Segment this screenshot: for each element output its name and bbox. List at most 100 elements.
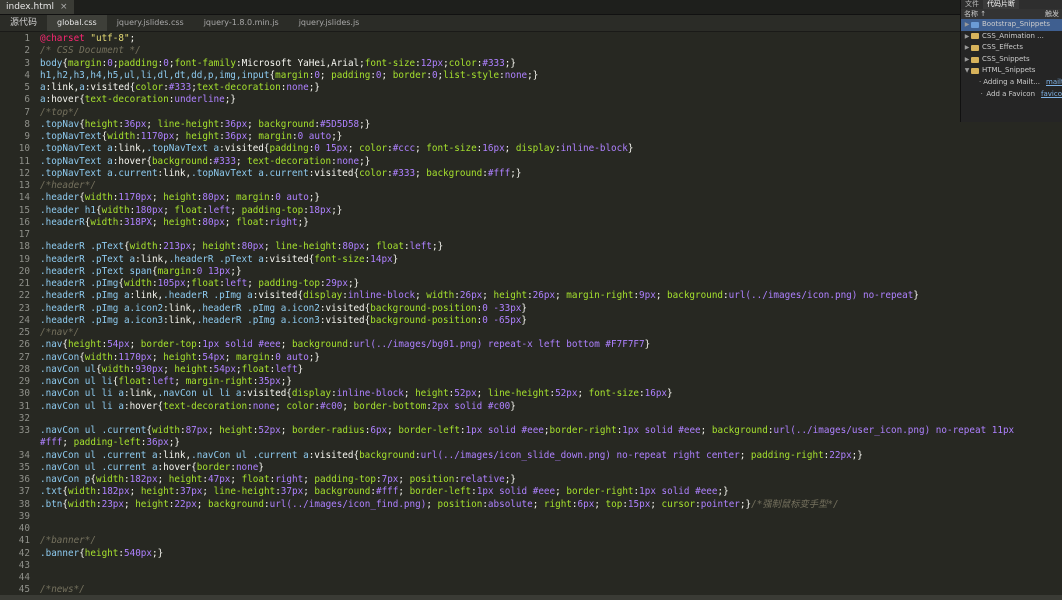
- line-number: 16: [18, 216, 30, 228]
- code-token: ;}: [359, 118, 371, 130]
- chevron-right-icon[interactable]: ▶: [963, 42, 971, 54]
- code-token: url(../images/icon_find.png): [269, 498, 427, 510]
- snippet-tree-item[interactable]: ▼ HTML_Snippets: [961, 65, 1062, 77]
- code-token: 36px: [224, 131, 248, 142]
- code-token: 37px: [280, 486, 304, 498]
- code-token: ;}: [297, 216, 309, 228]
- line-number: 32: [18, 412, 30, 424]
- snippet-tree-item[interactable]: · Adding a Mailt... mailt: [961, 77, 1062, 89]
- tab-files[interactable]: 文件: [961, 0, 983, 9]
- tab-global-css[interactable]: global.css: [47, 15, 107, 31]
- code-token: .headerR: [40, 216, 85, 228]
- code-token: 0 auto: [297, 131, 332, 142]
- code-area[interactable]: @charset "utf-8";/* CSS Document */body{…: [40, 33, 1062, 595]
- code-line: .navCon ul .current a:link,.navCon ul .c…: [40, 450, 1062, 462]
- code-token: #333: [482, 57, 505, 69]
- code-token: ;: [482, 290, 494, 302]
- tab-jquery-js[interactable]: jquery-1.8.0.min.js: [194, 15, 289, 31]
- code-token: ;: [364, 241, 376, 253]
- code-token: url(../images/bg01.png) repeat-x left bo…: [353, 339, 645, 351]
- chevron-down-icon[interactable]: ▼: [963, 65, 971, 77]
- code-token: .navCon ul li a: [40, 388, 124, 400]
- tab-jslides-js[interactable]: jquery.jslides.js: [289, 15, 370, 31]
- snippet-tree: ▶ Bootstrap_Snippets ▶ CSS_Animation ... ▶ CS…: [961, 19, 1062, 100]
- snippet-tree-item[interactable]: ▶ Bootstrap_Snippets: [961, 19, 1062, 31]
- code-line: h1,h2,h3,h4,h5,ul,li,dl,dt,dd,p,img,inpu…: [40, 70, 1062, 82]
- code-line: /*news*/: [40, 584, 1062, 595]
- code-token: border: [392, 69, 427, 81]
- code-token: 26px: [532, 290, 556, 302]
- code-token: :link,: [45, 82, 80, 93]
- code-token: width: [101, 204, 130, 216]
- file-tab[interactable]: index.html ×: [0, 0, 74, 14]
- code-token: 0 -65px: [482, 314, 522, 326]
- code-token: ;}: [168, 437, 180, 449]
- code-line: .navCon ul .current a:hover{border:none}: [40, 462, 1062, 474]
- chevron-right-icon[interactable]: ▶: [963, 31, 971, 43]
- source-code-tab[interactable]: 源代码: [0, 15, 47, 31]
- code-token: 182px: [101, 486, 130, 498]
- code-token: 213px: [163, 241, 192, 253]
- snippet-tree-label: Bootstrap_Snippets: [982, 20, 1051, 28]
- line-number-gutter: 1 2 3 4 5 6 7 8 9 10 11 12 13 14 15 16 17 18 19 20 21 22 23 24 2…: [0, 33, 30, 595]
- code-token: .topNavText a.current: [191, 167, 309, 179]
- code-line: /*banner*/: [40, 535, 1062, 547]
- code-token: .headerR .pImg a.icon3: [40, 314, 164, 326]
- line-number: 10: [18, 143, 30, 155]
- code-token: ;}: [152, 547, 164, 559]
- trigger-column-header[interactable]: 触发: [1045, 9, 1059, 19]
- code-token: #fff: [487, 167, 511, 179]
- code-token: display: [515, 143, 556, 155]
- code-token: color: [359, 167, 388, 179]
- code-token: ;}: [851, 449, 863, 461]
- code-token: margin: [68, 57, 102, 69]
- code-token: color: [448, 57, 477, 69]
- close-icon[interactable]: ×: [60, 0, 68, 14]
- code-token: border-top: [140, 339, 197, 351]
- chevron-right-icon[interactable]: ▶: [963, 19, 971, 31]
- folder-icon: [971, 44, 979, 51]
- code-token: 22px: [174, 498, 197, 510]
- snippet-tree-item[interactable]: ▶ CSS_Effects: [961, 42, 1062, 54]
- code-token: 16px: [644, 388, 668, 400]
- code-line: .headerR .pImg a:link,.headerR .pImg a:v…: [40, 290, 1062, 302]
- snippet-tree-item[interactable]: ▶ CSS_Snippets: [961, 54, 1062, 66]
- code-token: background-position: [370, 314, 477, 326]
- code-token: height: [163, 192, 197, 204]
- code-token: background: [314, 486, 371, 498]
- code-token: .headerR .pText a: [40, 253, 136, 265]
- code-token: ;: [555, 290, 567, 302]
- code-line: .topNavText a:hover{background:#333; tex…: [40, 156, 1062, 168]
- code-token: 0 13px: [196, 265, 231, 277]
- code-token: ;: [398, 486, 410, 498]
- code-token: background: [667, 290, 724, 302]
- snippet-tree-item[interactable]: · Add a Favicon favico: [961, 89, 1062, 101]
- chevron-right-icon[interactable]: ▶: [963, 54, 971, 66]
- tab-jslides-css[interactable]: jquery.jslides.css: [107, 15, 194, 31]
- line-number: 7: [24, 106, 30, 118]
- code-token: ;}: [510, 167, 522, 179]
- snippet-tree-item[interactable]: ▶ CSS_Animation ...: [961, 31, 1062, 43]
- code-token: }: [521, 302, 528, 314]
- code-token: ;}: [224, 94, 236, 106]
- name-column-header[interactable]: 名称 ↑: [964, 9, 986, 19]
- code-token: text-decoration: [196, 82, 281, 93]
- code-token: left: [208, 204, 231, 216]
- code-token: 9px: [639, 290, 656, 302]
- code-line: .headerR .pImg a.icon3:link,.headerR .pI…: [40, 315, 1062, 327]
- code-token: ;: [163, 204, 175, 216]
- tab-snippets[interactable]: 代码片断: [983, 0, 1019, 9]
- code-token: #fff: [40, 437, 63, 449]
- line-number: 35: [18, 461, 30, 473]
- code-token: height: [493, 290, 528, 302]
- code-token: color: [359, 143, 388, 155]
- code-editor[interactable]: 1 2 3 4 5 6 7 8 9 10 11 12 13 14 15 16 17 18 19 20 21 22 23 24 2…: [0, 33, 1062, 595]
- code-token: url(../images/user_icon.png) no-repeat 1…: [773, 425, 1015, 436]
- line-number: 2: [24, 45, 30, 57]
- code-token: font-size: [314, 253, 365, 265]
- code-token: padding-top: [258, 278, 320, 289]
- line-number: 42: [18, 547, 30, 559]
